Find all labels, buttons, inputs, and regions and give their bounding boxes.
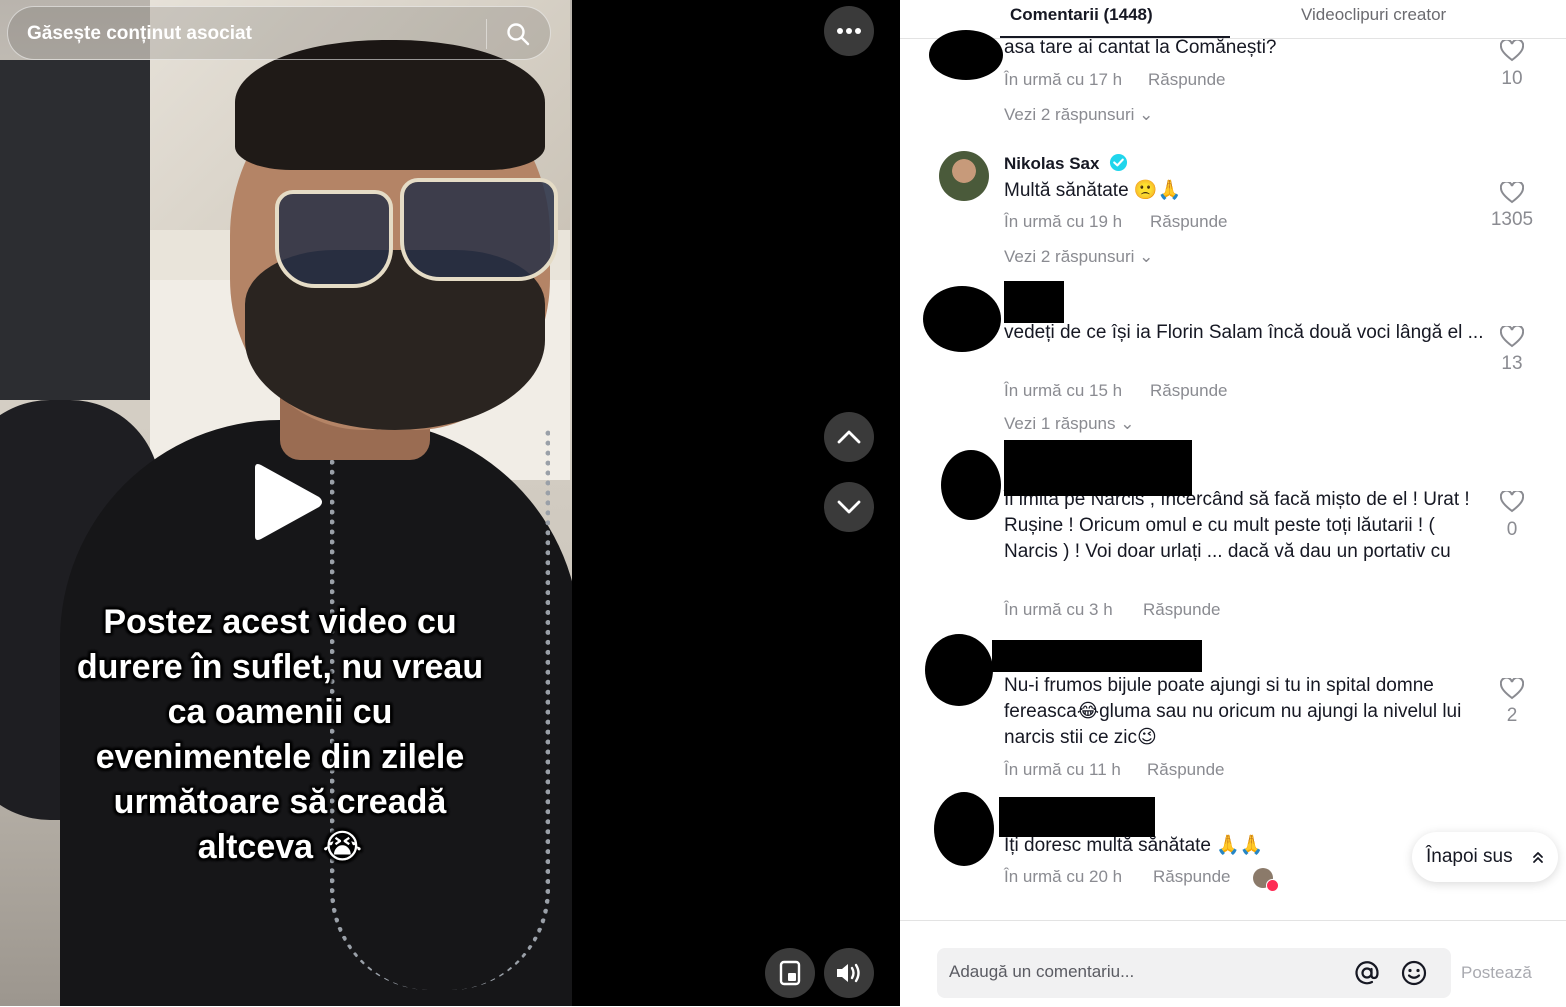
avatar[interactable] [939, 151, 989, 201]
chevron-down-icon: ⌄ [1139, 247, 1154, 266]
previous-video-button[interactable] [824, 412, 874, 462]
related-content-search[interactable]: Găsește conținut asociat [7, 6, 551, 60]
redacted-username [999, 797, 1155, 837]
more-options-button[interactable] [824, 6, 874, 56]
reply-button[interactable]: Răspunde [1147, 760, 1225, 780]
heart-icon[interactable] [1500, 678, 1524, 700]
comment-text: Iți doresc multă sănătate 🙏🙏 [1004, 835, 1264, 856]
next-video-button[interactable] [824, 482, 874, 532]
play-icon[interactable] [247, 462, 327, 542]
picture-in-picture-button[interactable] [765, 948, 815, 998]
redacted-avatar [934, 792, 994, 866]
like-count: 2 [1506, 705, 1518, 726]
redacted-avatar [925, 634, 993, 706]
like-count: 10 [1501, 68, 1523, 89]
comment-time: În urmă cu 17 h [1004, 70, 1123, 89]
pip-icon [779, 960, 801, 986]
view-replies-label: Vezi 2 răspunsuri [1004, 105, 1135, 124]
view-replies-button[interactable]: Vezi 2 răspunsuri ⌄ [1004, 105, 1153, 125]
panel-tabs: Comentarii (1448) Videoclipuri creator [900, 0, 1566, 39]
video-background-cabinet [0, 60, 150, 400]
redacted-username [992, 640, 1202, 672]
video-person-glasses-right [400, 178, 558, 281]
double-chevron-up-icon [1533, 852, 1543, 863]
view-replies-button[interactable]: Vezi 2 răspunsuri ⌄ [1004, 247, 1153, 267]
redacted-avatar [923, 286, 1001, 352]
view-replies-button[interactable]: Vezi 1 răspuns ⌄ [1004, 414, 1135, 434]
creator-liked-badge [1266, 879, 1279, 892]
comment-time: În urmă cu 19 h [1004, 212, 1123, 231]
search-icon[interactable] [506, 22, 530, 46]
tab-creator-videos[interactable]: Videoclipuri creator [1301, 5, 1446, 25]
heart-icon[interactable] [1500, 326, 1524, 348]
reply-button[interactable]: Răspunde [1148, 70, 1226, 90]
comment-input[interactable]: Adaugă un comentariu... [937, 948, 1451, 998]
volume-icon [837, 963, 860, 983]
comment-input-placeholder: Adaugă un comentariu... [949, 962, 1135, 981]
comment-text: Nu-i frumos bijule poate ajungi si tu in… [1004, 675, 1462, 748]
volume-button[interactable] [824, 948, 874, 998]
redacted-username [1004, 281, 1064, 323]
at-icon[interactable] [1354, 960, 1380, 986]
chevron-down-icon: ⌄ [1139, 105, 1154, 124]
chevron-down-icon: ⌄ [1120, 414, 1135, 433]
more-icon [837, 28, 861, 34]
reply-button[interactable]: Răspunde [1153, 867, 1231, 887]
like-count: 1305 [1490, 209, 1534, 230]
reply-button[interactable]: Răspunde [1143, 600, 1221, 620]
view-replies-label: Vezi 1 răspuns [1004, 414, 1116, 433]
redacted-username [1004, 440, 1192, 496]
verified-icon [1109, 153, 1128, 172]
comment-text: Multă sănătate 🙁🙏 [1004, 180, 1182, 201]
comment-time: În urmă cu 20 h [1004, 867, 1123, 886]
video-person-glasses-left [275, 190, 393, 288]
comment-text: Îl imită pe Narcis , încercând să facă m… [1004, 489, 1470, 562]
heart-icon[interactable] [1500, 40, 1524, 62]
back-to-top-label: Înapoi sus [1426, 846, 1513, 867]
redacted-avatar [929, 30, 1003, 80]
like-count: 0 [1506, 519, 1518, 540]
video-player[interactable]: Găsește conținut asociat Postez acest vi… [0, 0, 572, 1006]
redacted-avatar [941, 450, 1001, 520]
video-caption: Postez acest video cu durere în suflet, … [76, 603, 484, 866]
heart-icon[interactable] [1500, 182, 1524, 204]
chevron-down-icon [837, 500, 861, 514]
view-replies-label: Vezi 2 răspunsuri [1004, 247, 1135, 266]
comment-composer: Adaugă un comentariu... Postează [900, 920, 1566, 1007]
emoji-icon[interactable] [1401, 960, 1427, 986]
comment-time: În urmă cu 3 h [1004, 600, 1113, 619]
like-count: 13 [1501, 353, 1523, 374]
tab-comments[interactable]: Comentarii (1448) [1010, 5, 1153, 25]
comment-author[interactable]: Nikolas Sax [1004, 154, 1099, 174]
comment-text: vedeți de ce își ia Florin Salam încă do… [1004, 322, 1484, 343]
comment-time: În urmă cu 11 h [1004, 760, 1121, 779]
reply-button[interactable]: Răspunde [1150, 212, 1228, 232]
search-placeholder: Găsește conținut asociat [27, 23, 252, 44]
heart-icon[interactable] [1500, 491, 1524, 513]
comment-text: asa tare ai cantat la Comănești? [1004, 37, 1277, 58]
search-divider [486, 19, 487, 49]
post-button[interactable]: Postează [1461, 963, 1532, 983]
video-area: Găsește conținut asociat Postez acest vi… [0, 0, 900, 1006]
reply-button[interactable]: Răspunde [1150, 381, 1228, 401]
comment-time: În urmă cu 15 h [1004, 381, 1123, 400]
back-to-top-button[interactable]: Înapoi sus [1412, 832, 1558, 882]
chevron-up-icon [837, 430, 861, 444]
